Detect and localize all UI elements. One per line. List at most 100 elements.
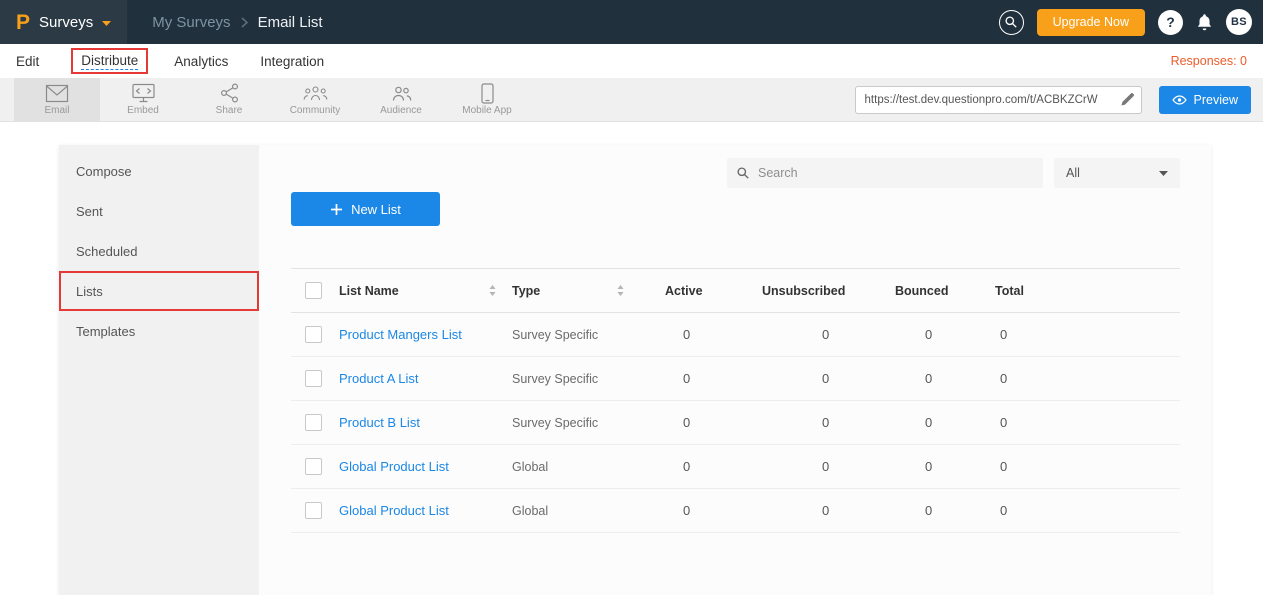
list-type: Survey Specific (509, 313, 637, 357)
active-count: 0 (637, 357, 734, 401)
column-header-type[interactable]: Type (509, 269, 637, 313)
tab-distribute[interactable]: Distribute (71, 48, 148, 74)
preview-button[interactable]: Preview (1159, 86, 1251, 114)
list-type: Global (509, 489, 637, 533)
sidebar-item-templates[interactable]: Templates (59, 311, 259, 351)
table-row: Product B ListSurvey Specific0000 (291, 401, 1180, 445)
responses-count[interactable]: Responses: 0 (1171, 54, 1247, 68)
tab-label: Edit (16, 54, 39, 69)
total-count: 0 (967, 313, 1180, 357)
row-checkbox[interactable] (305, 458, 322, 475)
sort-icon[interactable] (489, 285, 496, 296)
tab-integration[interactable]: Integration (260, 54, 324, 69)
unsubscribed-count: 0 (734, 401, 867, 445)
sidebar-item-sent[interactable]: Sent (59, 191, 259, 231)
email-sidebar: ComposeSentScheduledListsTemplates (59, 145, 259, 595)
pencil-icon (1121, 93, 1134, 106)
row-checkbox[interactable] (305, 414, 322, 431)
search-icon (1005, 16, 1017, 28)
bell-icon (1196, 13, 1213, 32)
toolbar-item-community[interactable]: Community (272, 78, 358, 121)
list-type: Survey Specific (509, 401, 637, 445)
share-icon (220, 83, 239, 103)
breadcrumb: My Surveys Email List (152, 14, 322, 31)
tab-edit[interactable]: Edit (16, 54, 39, 69)
notifications-button[interactable] (1196, 13, 1213, 32)
list-name-link[interactable]: Product B List (339, 415, 420, 430)
row-checkbox[interactable] (305, 502, 322, 519)
chevron-right-icon (241, 17, 248, 28)
questionpro-logo: P (16, 12, 30, 33)
survey-url-box (855, 86, 1142, 114)
new-list-label: New List (351, 202, 401, 217)
toolbar-item-label: Email (44, 105, 69, 116)
sidebar-item-scheduled[interactable]: Scheduled (59, 231, 259, 271)
table-row: Global Product ListGlobal0000 (291, 489, 1180, 533)
help-button[interactable]: ? (1158, 10, 1183, 35)
unsubscribed-count: 0 (734, 445, 867, 489)
sidebar-item-compose[interactable]: Compose (59, 151, 259, 191)
edit-url-button[interactable] (1115, 93, 1141, 106)
tab-analytics[interactable]: Analytics (174, 54, 228, 69)
row-checkbox[interactable] (305, 326, 322, 343)
caret-down-icon (1159, 171, 1168, 176)
sort-icon[interactable] (617, 285, 624, 296)
list-search-input[interactable] (756, 165, 1033, 181)
survey-nav: Edit Distribute Analytics Integration Respo… (0, 44, 1263, 78)
product-switcher[interactable]: P Surveys (0, 0, 127, 44)
product-name: Surveys (39, 14, 93, 31)
audience-icon (390, 83, 412, 103)
active-count: 0 (637, 401, 734, 445)
column-header-total: Total (967, 269, 1180, 313)
list-toolbar: All (291, 158, 1180, 188)
column-header-active: Active (637, 269, 734, 313)
unsubscribed-count: 0 (734, 489, 867, 533)
sidebar-item-lists[interactable]: Lists (59, 271, 259, 311)
tab-label: Distribute (81, 53, 138, 70)
column-header-unsubscribed: Unsubscribed (734, 269, 867, 313)
column-label: Unsubscribed (762, 284, 845, 298)
active-count: 0 (637, 445, 734, 489)
toolbar-right: Preview (855, 78, 1263, 121)
bounced-count: 0 (867, 313, 967, 357)
upgrade-now-button[interactable]: Upgrade Now (1037, 9, 1145, 36)
list-name-link[interactable]: Global Product List (339, 459, 449, 474)
list-name-link[interactable]: Product Mangers List (339, 327, 462, 342)
user-avatar[interactable]: BS (1226, 9, 1252, 35)
active-count: 0 (637, 313, 734, 357)
embed-icon (132, 83, 155, 103)
toolbar-item-mobile-app[interactable]: Mobile App (444, 78, 530, 121)
lists-content: All New List List Name Type Active Unsubscr… (259, 145, 1211, 595)
toolbar-item-embed[interactable]: Embed (100, 78, 186, 121)
caret-down-icon (102, 21, 111, 26)
search-icon (737, 167, 749, 179)
list-name-link[interactable]: Global Product List (339, 503, 449, 518)
column-header-list-name[interactable]: List Name (339, 269, 509, 313)
list-type: Survey Specific (509, 357, 637, 401)
total-count: 0 (967, 489, 1180, 533)
total-count: 0 (967, 445, 1180, 489)
column-label: List Name (339, 284, 399, 298)
column-label: Total (995, 284, 1024, 298)
survey-url-input[interactable] (856, 94, 1115, 106)
list-type: Global (509, 445, 637, 489)
tab-label: Analytics (174, 54, 228, 69)
toolbar-item-email[interactable]: Email (14, 78, 100, 121)
toolbar-item-share[interactable]: Share (186, 78, 272, 121)
toolbar-items: Email EmbedShareCommunity Audience Mobile A… (0, 78, 530, 121)
search-button[interactable] (999, 10, 1024, 35)
toolbar-item-audience[interactable]: Audience (358, 78, 444, 121)
select-all-checkbox[interactable] (305, 282, 322, 299)
active-count: 0 (637, 489, 734, 533)
row-checkbox[interactable] (305, 370, 322, 387)
list-filter-dropdown[interactable]: All (1054, 158, 1180, 188)
sidebar-menu: ComposeSentScheduledListsTemplates (59, 151, 259, 351)
new-list-button[interactable]: New List (291, 192, 440, 226)
filter-value: All (1066, 166, 1080, 180)
breadcrumb-parent[interactable]: My Surveys (152, 14, 230, 31)
toolbar-item-label: Audience (380, 105, 422, 116)
list-search-box[interactable] (727, 158, 1043, 188)
column-label: Active (665, 284, 703, 298)
top-navbar: P Surveys My Surveys Email List Upgrade … (0, 0, 1263, 44)
list-name-link[interactable]: Product A List (339, 371, 419, 386)
